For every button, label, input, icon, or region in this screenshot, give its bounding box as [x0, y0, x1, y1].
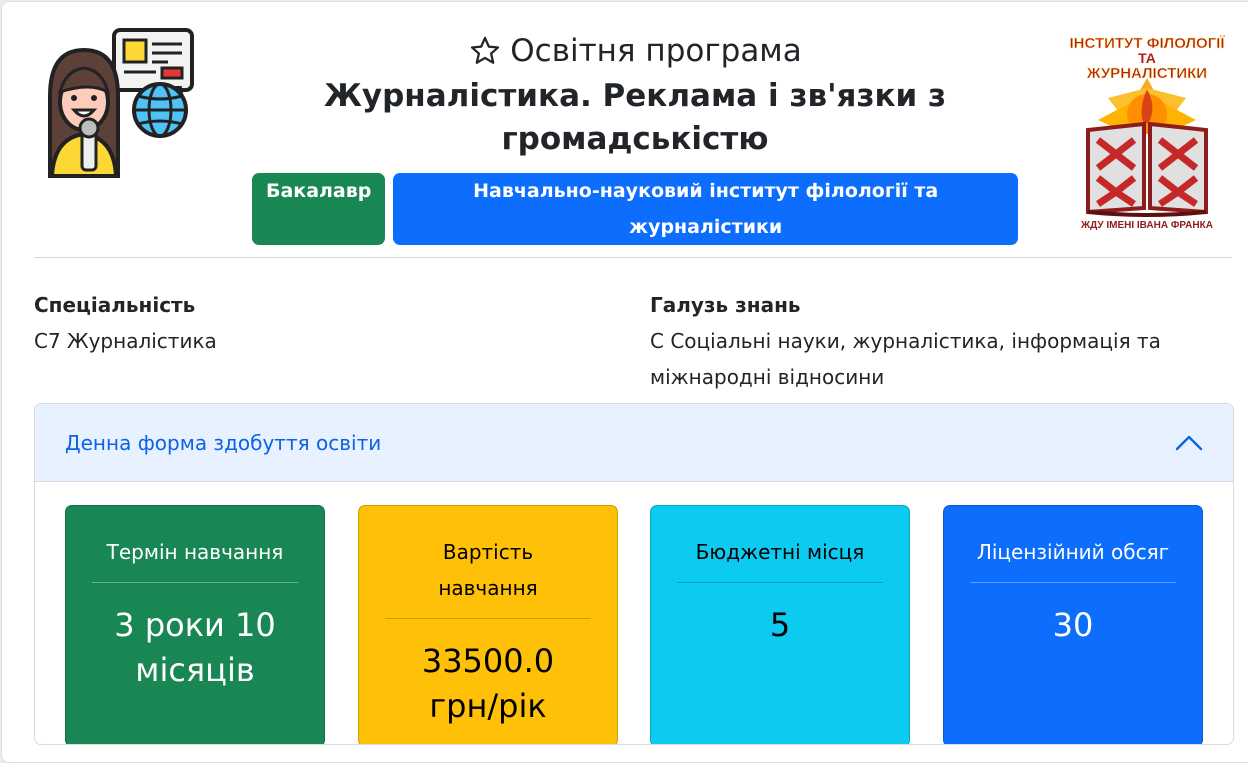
specialty-block: Спеціальність С7 Журналістика	[34, 287, 217, 359]
tile-license-volume: Ліцензійний обсяг 30	[943, 505, 1203, 744]
tile-budget-title: Бюджетні місця	[677, 506, 883, 583]
program-prefix: Освітня програма	[510, 33, 802, 69]
program-header: Освітня програма Журналістика. Реклама і…	[252, 28, 1018, 245]
badge-row: Бакалавр Навчально-науковий інститут філ…	[252, 173, 1018, 245]
star-outline-icon[interactable]	[468, 34, 502, 68]
institute-logo: ІНСТИТУТ ФІЛОЛОГІЇ ТА ЖУРНАЛІСТИКИ ЖДУ І…	[1069, 35, 1225, 231]
tile-duration-value: 3 роки 10 місяців	[66, 583, 324, 693]
accordion-title: Денна форма здобуття освіти	[65, 430, 382, 455]
tile-duration: Термін навчання 3 роки 10 місяців	[65, 505, 325, 744]
study-form-accordion: Денна форма здобуття освіти Термін навча…	[34, 403, 1234, 745]
tile-duration-value-line1: 3 роки 10	[114, 606, 276, 644]
logo-bottom: ЖДУ ІМЕНІ ІВАНА ФРАНКА	[1080, 220, 1213, 231]
knowledge-field-value-line1: C Соціальні науки, журналістика, інформа…	[650, 329, 1161, 353]
knowledge-field-block: Галузь знань C Соціальні науки, журналіс…	[650, 287, 1161, 395]
specialty-label: Спеціальність	[34, 293, 196, 317]
program-title: Журналістика. Реклама і зв'язки з громад…	[323, 78, 947, 157]
institute-badge: Навчально-науковий інститут філології та…	[393, 173, 1018, 245]
tile-license-value: 30	[1052, 606, 1094, 644]
tile-cost-title-line1: Вартість	[442, 540, 534, 564]
tile-license-title: Ліцензійний обсяг	[970, 506, 1176, 583]
tile-cost: Вартість навчання 33500.0 грн/рік	[358, 505, 618, 744]
chevron-up-icon	[1175, 435, 1203, 450]
tile-cost-value: 33500.0 грн/рік	[359, 619, 617, 729]
journalist-icon	[48, 28, 194, 178]
logo-line3: ЖУРНАЛІСТИКИ	[1086, 65, 1207, 82]
tile-cost-value-line1: 33500.0	[421, 642, 555, 680]
tile-budget-value: 5	[769, 606, 791, 644]
knowledge-field-label: Галузь знань	[650, 293, 801, 317]
knowledge-field-value-line2: міжнародні відносини	[650, 365, 885, 389]
tile-cost-value-line2: грн/рік	[429, 687, 547, 725]
logo-line2: ТА	[1138, 50, 1156, 66]
header-divider	[34, 257, 1232, 258]
tile-cost-title: Вартість навчання	[385, 506, 591, 619]
accordion-toggle[interactable]: Денна форма здобуття освіти	[35, 404, 1233, 482]
program-prefix-line: Освітня програма	[252, 28, 1018, 74]
specialty-value: С7 Журналістика	[34, 329, 217, 353]
tile-duration-title: Термін навчання	[92, 506, 298, 583]
tile-duration-value-line2: місяців	[135, 651, 255, 689]
degree-badge: Бакалавр	[252, 173, 386, 245]
tile-budget-places: Бюджетні місця 5	[650, 505, 910, 744]
program-card: Освітня програма Журналістика. Реклама і…	[1, 1, 1248, 763]
tile-cost-title-line2: навчання	[438, 576, 538, 600]
